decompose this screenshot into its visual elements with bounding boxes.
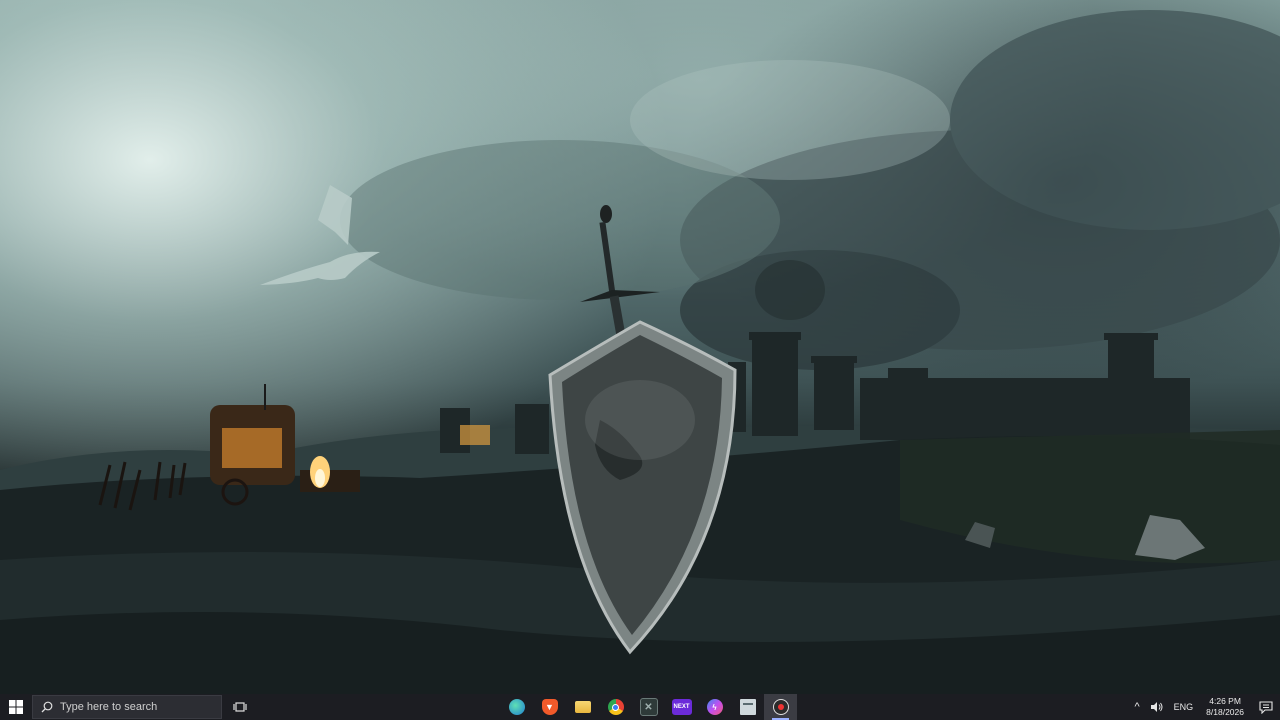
speaker-icon [1150, 702, 1163, 712]
taskbar-app-messenger[interactable]: ϟ [698, 694, 731, 720]
taskbar-app-x[interactable]: ✕ [632, 694, 665, 720]
brave-icon: ▼ [541, 699, 558, 715]
messenger-icon: ϟ [706, 699, 723, 715]
clock[interactable]: 4:26 PM 8/18/2026 [1198, 694, 1252, 720]
windows-logo-icon [9, 700, 23, 714]
taskbar-app-next[interactable]: NEXT [665, 694, 698, 720]
chrome-icon [607, 699, 624, 715]
taskbar-app-edge[interactable] [500, 694, 533, 720]
taskbar-app-obs[interactable] [764, 694, 797, 720]
chevron-up-icon: ^ [1134, 701, 1140, 713]
x-box-icon: ✕ [639, 698, 658, 716]
taskbar: Type here to search ▼ ✕ NEXT ϟ ^ ENG 4:2… [0, 694, 1280, 720]
notification-icon [1259, 700, 1273, 714]
taskbar-search-box[interactable]: Type here to search [32, 695, 222, 719]
show-hidden-icons-button[interactable]: ^ [1129, 694, 1144, 720]
language-label: ENG [1173, 702, 1194, 712]
clock-date: 8/18/2026 [1206, 707, 1244, 717]
edge-icon [508, 699, 525, 715]
notifications-button[interactable] [1252, 694, 1280, 720]
window-icon [739, 699, 756, 715]
system-tray: ^ ENG 4:26 PM 8/18/2026 [1129, 694, 1280, 720]
campfire-icon [310, 456, 330, 488]
start-button[interactable] [0, 694, 32, 720]
taskbar-app-brave[interactable]: ▼ [533, 694, 566, 720]
search-icon [41, 701, 53, 713]
desktop-wallpaper [0, 0, 1280, 694]
language-indicator[interactable]: ENG [1169, 694, 1199, 720]
volume-button[interactable] [1145, 694, 1169, 720]
pinned-apps: ▼ ✕ NEXT ϟ [500, 694, 797, 720]
taskbar-app-chrome[interactable] [599, 694, 632, 720]
search-placeholder: Type here to search [60, 701, 158, 713]
taskbar-app-file-explorer[interactable] [566, 694, 599, 720]
clock-time: 4:26 PM [1209, 696, 1241, 706]
wallpaper-scene [0, 10, 1280, 694]
task-view-icon [233, 702, 247, 712]
smoke [755, 260, 825, 320]
storm-clouds [340, 10, 1280, 370]
task-view-button[interactable] [224, 694, 256, 720]
next-icon: NEXT [671, 699, 692, 715]
record-icon [772, 699, 789, 715]
taskbar-app-window[interactable] [731, 694, 764, 720]
folder-icon [574, 701, 591, 713]
next-label: NEXT [673, 704, 690, 710]
